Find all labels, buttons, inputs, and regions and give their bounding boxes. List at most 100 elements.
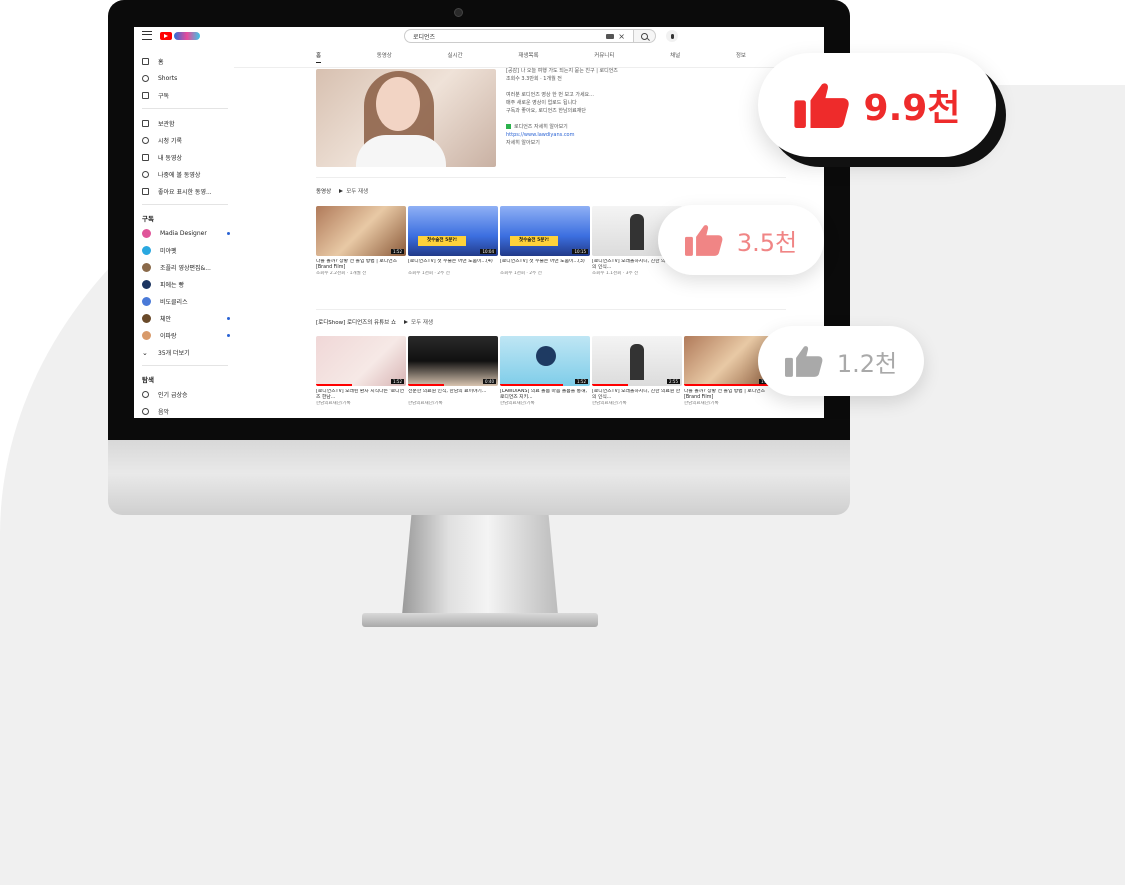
video-card[interactable]: 첫수술전 5분?! 10:15 [로디언즈TV] 첫 수술은 어떤 도움이...(3… [500, 206, 590, 277]
channel-avatar [142, 263, 151, 272]
sidebar-item-label: 홈 [158, 59, 164, 66]
video-title[interactable]: 다들 놀까? 상황 전 몰입 방법 | 로디언즈 [Brand Film] [684, 389, 774, 401]
sidebar-divider [142, 108, 228, 109]
youtube-play-icon [160, 31, 172, 40]
sidebar-divider [142, 204, 228, 205]
play-all-button[interactable]: 모두 재생 [339, 187, 368, 195]
video-card[interactable]: 1:52 다들 놀까? 상황 전 몰입 방법 | 로디언즈 [Brand Film… [316, 206, 406, 277]
thumbs-up-icon [684, 225, 723, 256]
video-thumbnail[interactable]: 1:52 [316, 206, 406, 256]
video-duration: 1:52 [391, 379, 404, 384]
new-content-dot [227, 334, 230, 337]
sidebar-item[interactable]: 좋아요 표시한 동영... [142, 183, 230, 200]
video-title[interactable]: [로디언즈TV] 오래된 환자 지식다는 '로디언즈 한남... [316, 389, 406, 401]
video-title[interactable]: [로디언즈TV] 첫 수술은 어떤 도움이...(3) [500, 259, 590, 271]
search-input[interactable]: 로디언즈 × [404, 29, 634, 43]
sidebar-subscription-item[interactable]: Madia Designer [142, 225, 230, 242]
video-card[interactable]: 1:52 [로디언즈TV] 오래된 환자 지식다는 '로디언즈 한남... 한남의료… [316, 336, 406, 407]
video-thumbnail[interactable]: 첫수술전 5분?! 10:15 [500, 206, 590, 256]
topbar-left [142, 31, 200, 40]
sidebar-subscription-item[interactable]: 조플리 영상편집&... [142, 259, 230, 276]
featured-info-line: 로디언즈 자세히 알아보기 [506, 123, 706, 131]
watch-progress [500, 384, 563, 386]
monitor-chin [108, 440, 850, 515]
video-thumbnail[interactable]: 1:52 [316, 336, 406, 386]
shorts-icon [142, 75, 149, 82]
watch-progress [408, 384, 444, 386]
camera-icon [454, 8, 463, 17]
video-title[interactable]: 전문한 의료원 인식, 한남의 료이야기... [408, 389, 498, 401]
mic-button[interactable] [666, 30, 678, 42]
featured-info-line: 매주 새로운 영상이 업로드 됩니다 [506, 99, 706, 107]
thumbnail-caption: 첫수술전 5분?! [418, 236, 466, 246]
sidebar-subscription-item[interactable]: 이파랑 [142, 327, 230, 344]
sidebar-subscription-item[interactable]: 피에는 빵 [142, 276, 230, 293]
sidebar-item[interactable]: 홈 [142, 53, 230, 70]
tab-6[interactable]: 정보 [736, 51, 746, 63]
sidebar-item[interactable]: 시청 기록 [142, 132, 230, 149]
sidebar-item[interactable]: 내 동영상 [142, 149, 230, 166]
chevron-down-icon: ⌄ [142, 348, 148, 357]
play-all-button[interactable]: 모두 재생 [404, 318, 433, 326]
featured-info-line: 자세히 알아보기 [506, 139, 706, 147]
video-meta: 조회수 1천회 · 2주 전 [408, 271, 450, 276]
youtube-logo[interactable] [160, 31, 200, 40]
video-card[interactable]: 2:55 [로디언즈TV] 오래올하시니, 진한 의료원 한의 인식... 한남의료… [592, 336, 682, 407]
video-title[interactable]: [로디언즈TV] 첫 수술은 어떤 도움이...(4) [408, 259, 498, 271]
video-meta: 한남의료재단/기록 [316, 401, 351, 406]
sidebar-item[interactable]: 보관함 [142, 115, 230, 132]
sidebar-item[interactable]: 나중에 볼 동영상 [142, 166, 230, 183]
monitor-stand-base [362, 613, 598, 627]
video-title[interactable]: [LAWDIANS] 의료 돌봄 마음 돌봄을 통해, 로디언즈 지키... [500, 389, 590, 401]
subscriptions-heading: 구독 [142, 215, 154, 223]
row-title: [로디Show] 로디언즈의 유튜브 쇼 [316, 320, 397, 326]
video-title[interactable]: [로디언즈TV] 오래올하시니, 진한 의료원 한의 인식... [592, 389, 682, 401]
video-thumbnail[interactable]: 0:40 [408, 336, 498, 386]
tab-2[interactable]: 실시간 [448, 51, 463, 63]
sidebar-item[interactable]: 구독 [142, 87, 230, 104]
play-all-label: 모두 재생 [346, 189, 369, 195]
video-thumbnail[interactable]: 첫수술전 5분?! 10:04 [408, 206, 498, 256]
show-more-button[interactable]: ⌄ 35개 더보기 [142, 344, 230, 361]
section-divider [316, 309, 786, 310]
featured-info-line[interactable]: https://www.lawdiyans.com [506, 131, 706, 139]
video-title[interactable]: 다들 놀까? 상황 전 몰입 방법 | 로디언즈 [Brand Film] [316, 259, 406, 271]
sidebar-item[interactable]: Shorts [142, 70, 230, 87]
video-duration: 1:52 [575, 379, 588, 384]
video-card[interactable]: 첫수술전 5분?! 10:04 [로디언즈TV] 첫 수술은 어떤 도움이...(4… [408, 206, 498, 277]
tab-5[interactable]: 채널 [670, 51, 680, 63]
sidebar-subscription-item[interactable]: 미야펫 [142, 242, 230, 259]
channel-avatar [142, 297, 151, 306]
menu-icon[interactable] [142, 31, 152, 40]
tab-3[interactable]: 재생목록 [518, 51, 538, 63]
row-header-show: [로디Show] 로디언즈의 유튜브 쇼 모두 재생 [316, 318, 433, 326]
video-meta: 한남의료재단/기록 [592, 401, 627, 406]
like-count: 3.5천 [736, 228, 798, 257]
video-card[interactable]: 1:52 [LAWDIANS] 의료 돌봄 마음 돌봄을 통해, 로디언즈 지키.… [500, 336, 590, 407]
clear-icon[interactable]: × [618, 32, 625, 41]
search-icon [641, 32, 648, 40]
sidebar-item[interactable]: 인기 급상승 [142, 386, 230, 403]
like-count: 1.2천 [836, 349, 898, 378]
sidebar-item[interactable]: 음악 [142, 403, 230, 418]
tab-4[interactable]: 커뮤니티 [594, 51, 614, 63]
tab-0[interactable]: 홈 [316, 51, 322, 63]
search-button[interactable] [634, 29, 656, 43]
sidebar-subscription-item[interactable]: 체안 [142, 310, 230, 327]
video-meta: 조회수 1.1천회 · 3주 전 [592, 271, 639, 276]
tab-1[interactable]: 동영상 [377, 51, 392, 63]
featured-info-text: 구독과 좋아요, 로디언즈 한남의료재단 [506, 108, 586, 114]
featured-info-line: 여러분 로디언즈 영상 한 번 보고 가세요... [506, 91, 706, 99]
keyboard-icon[interactable] [606, 33, 615, 39]
featured-info-text: 로디언즈 자세히 알아보기 [514, 124, 568, 130]
watch-later-icon [142, 171, 149, 178]
video-card[interactable]: 0:40 전문한 의료원 인식, 한남의 료이야기... 한남의료재단/기록 [408, 336, 498, 407]
sidebar-item-label: 좋아요 표시한 동영... [158, 189, 212, 196]
sidebar-subscription-item[interactable]: 비도클리스 [142, 293, 230, 310]
channel-name: 이파랑 [160, 333, 177, 340]
featured-video-thumbnail[interactable] [316, 69, 496, 167]
video-meta: 조회수 2.2천회 · 1개월 전 [316, 271, 367, 276]
video-thumbnail[interactable]: 2:55 [592, 336, 682, 386]
thumbs-up-icon [793, 83, 849, 128]
video-thumbnail[interactable]: 1:52 [500, 336, 590, 386]
